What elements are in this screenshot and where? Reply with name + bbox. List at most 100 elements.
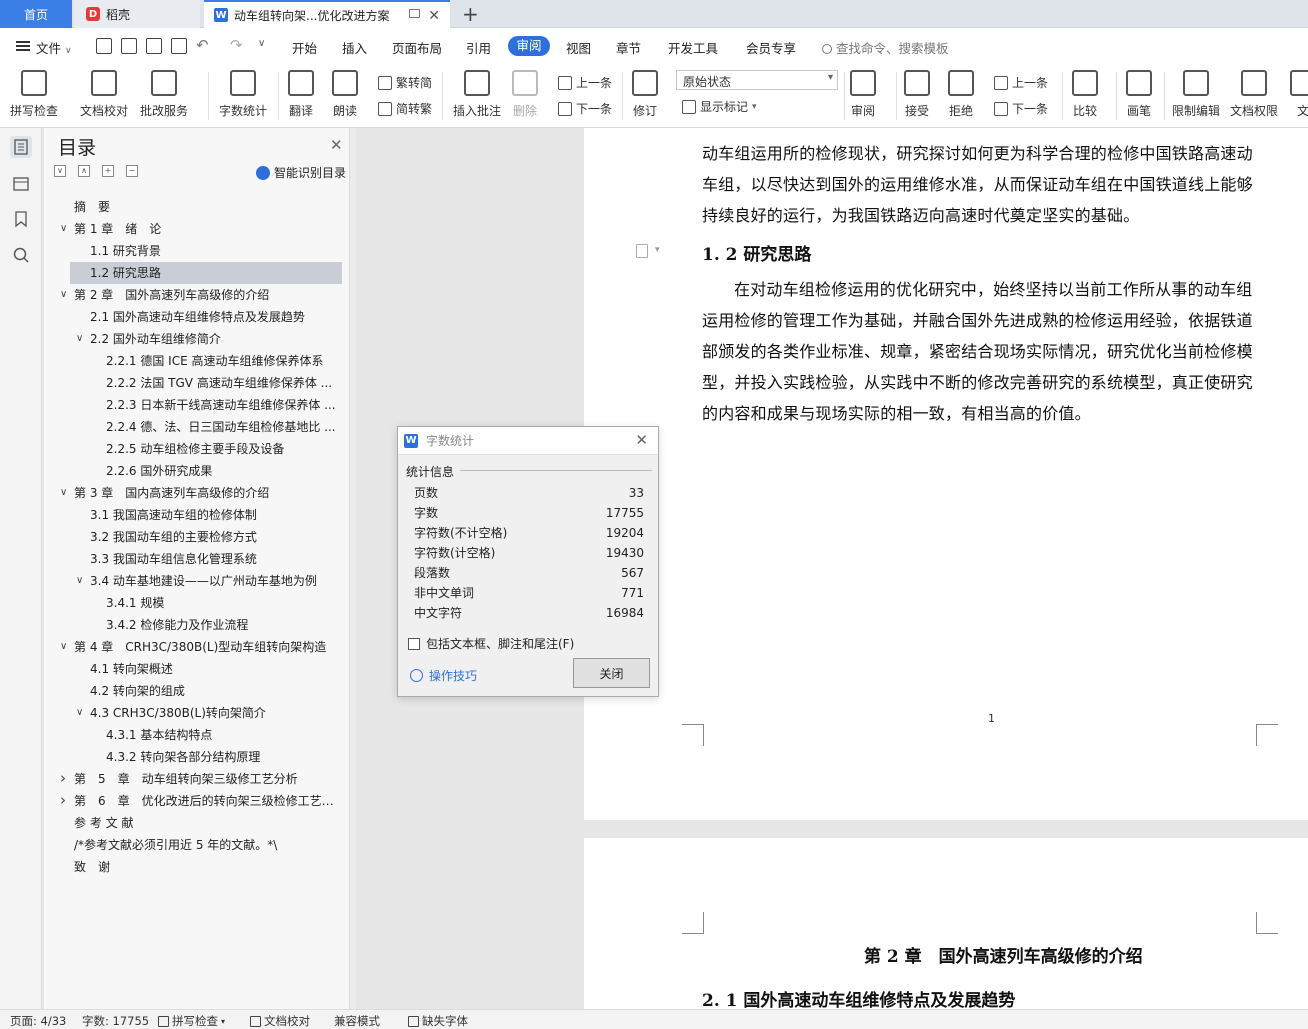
toc-item[interactable]: 4.3.1 基本结构特点 xyxy=(44,724,350,746)
chapter-nav-icon[interactable] xyxy=(10,172,32,194)
delete-comment-button[interactable]: 删除 xyxy=(512,70,538,119)
doc-more-button[interactable]: 文 xyxy=(1290,70,1308,119)
export-pdf-icon[interactable] xyxy=(121,38,137,54)
menu-page-layout[interactable]: 页面布局 xyxy=(392,38,442,57)
translate-button[interactable]: 翻译 xyxy=(288,70,314,119)
toc-item[interactable]: 3.4.1 规模 xyxy=(44,592,350,614)
quick-access-dropdown-icon[interactable]: ∨ xyxy=(258,38,265,49)
prev-comment-button[interactable]: 上一条 xyxy=(558,74,612,91)
collapse-all-icon[interactable]: ∧ xyxy=(78,165,90,177)
close-button[interactable]: 关闭 xyxy=(573,658,650,688)
close-icon[interactable]: ✕ xyxy=(330,136,343,154)
show-marks-button[interactable]: 显示标记 ▾ xyxy=(682,98,757,115)
toc-item[interactable]: 2.2.5 动车组检修主要手段及设备 xyxy=(44,438,350,460)
toc-item[interactable]: ∨ 第 3 章 国内高速列车高级修的介绍 xyxy=(44,482,350,504)
prev-change-button[interactable]: 上一条 xyxy=(994,74,1048,91)
next-change-button[interactable]: 下一条 xyxy=(994,100,1048,117)
doc-proof-button[interactable]: 文档校对 xyxy=(80,70,128,119)
expand-all-icon[interactable]: ∨ xyxy=(54,165,66,177)
chevron-right-icon[interactable]: › xyxy=(60,790,66,811)
toc-item[interactable]: ∨ 2.2 国外动车组维修简介 xyxy=(44,328,350,350)
spellcheck-status[interactable]: 拼写检查 ▾ xyxy=(158,1013,225,1029)
toc-item[interactable]: 2.2.4 德、法、日三国动车组检修基地比 ... xyxy=(44,416,350,438)
chevron-down-icon[interactable]: ∨ xyxy=(76,570,83,592)
chevron-down-icon[interactable]: ▾ xyxy=(655,245,660,255)
toc-item[interactable]: 致 谢 xyxy=(44,856,350,878)
menu-member[interactable]: 会员专享 xyxy=(746,38,796,57)
accept-button[interactable]: 接受 xyxy=(904,70,930,119)
add-heading-icon[interactable]: + xyxy=(102,165,114,177)
bookmark-icon[interactable] xyxy=(10,208,32,230)
chevron-down-icon[interactable]: ∨ xyxy=(76,702,83,724)
menu-view[interactable]: 视图 xyxy=(566,38,591,57)
proof-status[interactable]: 文档校对 xyxy=(250,1013,310,1029)
toc-item[interactable]: 2.2.2 法国 TGV 高速动车组维修保养体 ... xyxy=(44,372,350,394)
document-page-2[interactable]: 第 2 章 国外高速列车高级修的介绍 2. 1 国外高速动车组维修特点及发展趋势 xyxy=(584,838,1308,1011)
toc-item[interactable]: 2.2.6 国外研究成果 xyxy=(44,460,350,482)
word-count-button[interactable]: 字数统计 xyxy=(219,70,267,119)
document-page-1[interactable]: 动车组运用所的检修现状，研究探讨如何更为科学合理的检修中国铁路高速动车组，以尽快… xyxy=(584,128,1308,820)
reject-button[interactable]: 拒绝 xyxy=(948,70,974,119)
toc-item[interactable]: 4.3.2 转向架各部分结构原理 xyxy=(44,746,350,768)
simp-to-trad-button[interactable]: 简转繁 xyxy=(378,100,432,117)
tab-document[interactable]: W 动车组转向架...优化改进方案 ✕ xyxy=(204,0,450,28)
word-count-indicator[interactable]: 字数: 17755 xyxy=(82,1013,149,1029)
chevron-right-icon[interactable]: › xyxy=(60,768,66,789)
menu-review[interactable]: 审阅 xyxy=(508,36,550,56)
toc-item[interactable]: 摘 要 xyxy=(44,196,350,218)
toc-item[interactable]: 4.2 转向架的组成 xyxy=(44,680,350,702)
tips-link[interactable]: 操作技巧 xyxy=(410,667,477,684)
revision-status-select[interactable]: 原始状态 xyxy=(676,70,838,90)
doc-rights-button[interactable]: 文档权限 xyxy=(1230,70,1278,119)
menu-developer[interactable]: 开发工具 xyxy=(668,38,718,57)
remove-heading-icon[interactable]: − xyxy=(126,165,138,177)
hamburger-menu-icon[interactable] xyxy=(16,41,30,51)
smart-toc-button[interactable]: 智能识别目录 xyxy=(256,164,346,181)
dialog-title-bar[interactable]: W 字数统计 xyxy=(398,427,658,455)
redo-icon[interactable]: ↷ xyxy=(230,36,243,54)
batch-service-button[interactable]: 批改服务 xyxy=(140,70,188,119)
tab-daoke[interactable]: D 稻壳 xyxy=(74,0,200,28)
missing-font-status[interactable]: 缺失字体 xyxy=(408,1013,468,1029)
command-search[interactable]: 查找命令、搜索模板 xyxy=(822,38,949,57)
chevron-down-icon[interactable]: ∨ xyxy=(60,482,67,504)
toc-item[interactable]: ∨ 第 4 章 CRH3C/380B(L)型动车组转向架构造 xyxy=(44,636,350,658)
checkbox-icon[interactable] xyxy=(408,637,420,650)
review-pane-button[interactable]: 审阅 xyxy=(850,70,876,119)
toc-item[interactable]: 3.1 我国高速动车组的检修体制 xyxy=(44,504,350,526)
paragraph-handle-icon[interactable] xyxy=(636,244,648,258)
file-menu[interactable]: 文件 ∨ xyxy=(36,38,72,57)
close-tab-icon[interactable]: ✕ xyxy=(428,8,440,24)
toc-nav-icon[interactable] xyxy=(10,136,32,158)
toc-item[interactable]: 1.2 研究思路 xyxy=(70,262,342,284)
toc-item[interactable]: 4.1 转向架概述 xyxy=(44,658,350,680)
pen-button[interactable]: 画笔 xyxy=(1126,70,1152,119)
toc-item[interactable]: ∨ 4.3 CRH3C/380B(L)转向架简介 xyxy=(44,702,350,724)
restrict-edit-button[interactable]: 限制编辑 xyxy=(1172,70,1220,119)
toc-item[interactable]: 参 考 文 献 xyxy=(44,812,350,834)
spellcheck-button[interactable]: 拼写检查 xyxy=(10,70,58,119)
toc-item[interactable]: ∨ 第 2 章 国外高速列车高级修的介绍 xyxy=(44,284,350,306)
menu-insert[interactable]: 插入 xyxy=(342,38,367,57)
chevron-down-icon[interactable]: ∨ xyxy=(76,328,83,350)
toc-item[interactable]: 2.2.3 日本新干线高速动车组维修保养体 ... xyxy=(44,394,350,416)
chevron-down-icon[interactable]: ∨ xyxy=(60,636,67,658)
save-icon[interactable] xyxy=(96,38,112,54)
compare-button[interactable]: 比较 xyxy=(1072,70,1098,119)
monitor-icon[interactable] xyxy=(409,9,420,18)
include-textbox-checkbox[interactable]: 包括文本框、脚注和尾注(F) xyxy=(408,635,574,652)
revise-button[interactable]: 修订 xyxy=(632,70,658,119)
new-tab-plus-icon[interactable]: + xyxy=(462,2,479,26)
toc-item[interactable]: ∨ 3.4 动车基地建设——以广州动车基地为例 xyxy=(44,570,350,592)
undo-icon[interactable]: ↶ xyxy=(196,36,209,54)
print-preview-icon[interactable] xyxy=(171,38,187,54)
toc-item[interactable]: 3.2 我国动车组的主要检修方式 xyxy=(44,526,350,548)
toc-item[interactable]: 1.1 研究背景 xyxy=(44,240,350,262)
trad-to-simp-button[interactable]: 繁转简 xyxy=(378,74,432,91)
read-aloud-button[interactable]: 朗读 xyxy=(332,70,358,119)
toc-item[interactable]: 2.1 国外高速动车组维修特点及发展趋势 xyxy=(44,306,350,328)
menu-start[interactable]: 开始 xyxy=(292,38,317,57)
close-icon[interactable]: ✕ xyxy=(635,431,648,449)
toc-item[interactable]: 3.3 我国动车组信息化管理系统 xyxy=(44,548,350,570)
toc-item[interactable]: 2.2.1 德国 ICE 高速动车组维修保养体系 xyxy=(44,350,350,372)
